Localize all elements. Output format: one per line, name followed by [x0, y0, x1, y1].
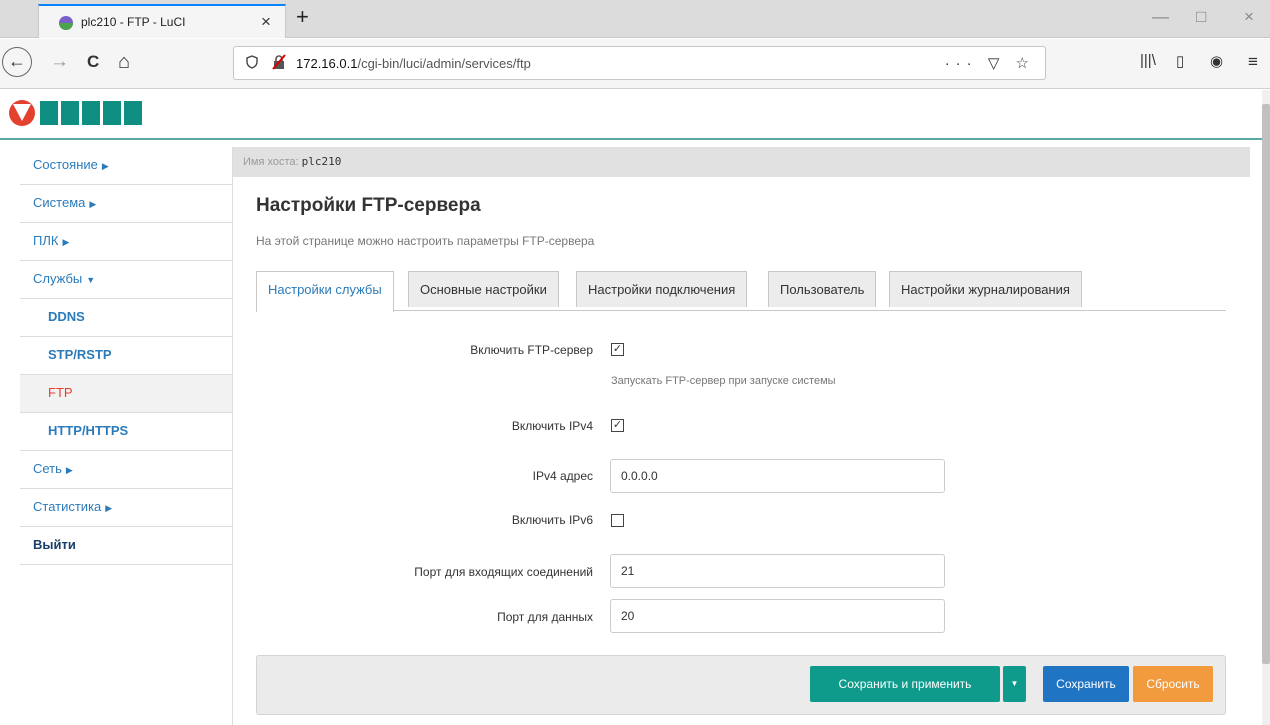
main-content: Настройки FTP-сервера На этой странице м…	[233, 177, 1250, 725]
sidebar-item-services[interactable]: Службы ▼	[20, 261, 232, 299]
settings-tabs: Настройки службы Основные настройки Наст…	[256, 271, 1226, 312]
enable-ftp-checkbox[interactable]: ✓	[611, 343, 624, 356]
home-icon[interactable]: ⌂	[118, 51, 130, 73]
enable-ftp-label: Включить FTP-сервер	[470, 343, 593, 357]
reload-icon[interactable]: C	[87, 51, 99, 73]
close-tab-icon[interactable]: ×	[261, 12, 271, 32]
tab-title: plc210 - FTP - LuCI	[81, 15, 186, 29]
back-icon[interactable]: ←	[2, 47, 32, 77]
menu-icon[interactable]: ≡	[1248, 52, 1258, 72]
tab-user[interactable]: Пользователь	[768, 271, 877, 307]
page-description: На этой странице можно настроить парамет…	[256, 234, 595, 248]
sidebar-item-logout[interactable]: Выйти	[20, 527, 232, 565]
site-header	[0, 90, 1262, 140]
sidebar-item-ftp[interactable]: FTP	[20, 375, 232, 413]
browser-tab[interactable]: plc210 - FTP - LuCI ×	[38, 4, 286, 38]
enable-ipv6-checkbox[interactable]	[611, 514, 624, 527]
forward-icon[interactable]: →	[50, 51, 69, 73]
form-actions: Сохранить и применить ▼ Сохранить Сброси…	[256, 655, 1226, 715]
enable-ipv4-checkbox[interactable]: ✓	[611, 419, 624, 432]
address-bar[interactable]: 172.16.0.1/cgi-bin/luci/admin/services/f…	[233, 46, 1046, 80]
logo-letter-5	[124, 101, 142, 125]
new-tab-icon[interactable]: +	[296, 4, 309, 30]
sidebar-item-statistics[interactable]: Статистика ▶	[20, 489, 232, 527]
ipv4-address-label: IPv4 адрес	[532, 469, 593, 483]
ipv4-address-input[interactable]: 0.0.0.0	[610, 459, 945, 493]
reset-button[interactable]: Сбросить	[1133, 666, 1213, 702]
enable-ipv6-label: Включить IPv6	[511, 513, 593, 527]
sidebar-item-stp-rstp[interactable]: STP/RSTP	[20, 337, 232, 375]
save-apply-button[interactable]: Сохранить и применить	[810, 666, 1000, 702]
tab-service-settings[interactable]: Настройки службы	[256, 271, 394, 312]
logo-letter-1	[40, 101, 58, 125]
caret-right-icon: ▶	[65, 465, 73, 475]
minimize-icon[interactable]: —	[1152, 7, 1169, 27]
enable-ipv4-label: Включить IPv4	[511, 419, 593, 433]
scrollbar-thumb[interactable]	[1262, 104, 1270, 664]
incoming-port-input[interactable]: 21	[610, 554, 945, 588]
logo-letter-4	[103, 101, 121, 125]
page-title: Настройки FTP-сервера	[256, 195, 481, 216]
caret-right-icon: ▶	[105, 503, 113, 513]
close-window-icon[interactable]: ×	[1244, 7, 1254, 27]
hostname-value: plc210	[301, 155, 342, 168]
logo-letter-2	[61, 101, 79, 125]
sidebar-toggle-icon[interactable]: ▯	[1176, 52, 1184, 70]
sidebar-item-http-https[interactable]: HTTP/HTTPS	[20, 413, 232, 451]
sidebar-item-network[interactable]: Сеть ▶	[20, 451, 232, 489]
caret-right-icon: ▶	[89, 199, 97, 209]
browser-nav-bar: ← → C ⌂ 172.16.0.1/cgi-bin/luci/admin/se…	[0, 39, 1270, 89]
data-port-label: Порт для данных	[497, 610, 593, 624]
shield-icon	[246, 55, 258, 72]
caret-right-icon: ▶	[62, 237, 70, 247]
sidebar-item-system[interactable]: Система ▶	[20, 185, 232, 223]
caret-down-icon: ▼	[86, 275, 96, 285]
url-text: 172.16.0.1/cgi-bin/luci/admin/services/f…	[296, 56, 531, 71]
page-actions-icons[interactable]: ··· ▽ ☆	[945, 54, 1035, 72]
sidebar-item-status[interactable]: Состояние ▶	[20, 147, 232, 185]
incoming-port-label: Порт для входящих соединений	[414, 565, 593, 579]
enable-ftp-hint: Запускать FTP-сервер при запуске системы	[611, 375, 836, 387]
maximize-icon[interactable]: □	[1196, 7, 1206, 27]
sidebar-item-ddns[interactable]: DDNS	[20, 299, 232, 337]
save-button[interactable]: Сохранить	[1043, 666, 1129, 702]
tab-logging-settings[interactable]: Настройки журналирования	[889, 271, 1082, 307]
library-icon[interactable]: |||\	[1140, 52, 1156, 69]
logo-mark-icon	[9, 100, 35, 126]
caret-right-icon: ▶	[101, 161, 109, 171]
tab-connection-settings[interactable]: Настройки подключения	[576, 271, 748, 307]
hostname-bar: Имя хоста: plc210	[233, 147, 1250, 177]
tab-basic-settings[interactable]: Основные настройки	[408, 271, 559, 307]
save-apply-dropdown-icon[interactable]: ▼	[1003, 666, 1026, 702]
browser-tab-bar: plc210 - FTP - LuCI × + — □ ×	[0, 0, 1270, 38]
hostname-label: Имя хоста: plc210	[243, 155, 342, 168]
sidebar: Состояние ▶ Система ▶ ПЛК ▶ Службы ▼ DDNS ST…	[20, 147, 233, 725]
account-icon[interactable]: ◉	[1210, 52, 1223, 70]
data-port-input[interactable]: 20	[610, 599, 945, 633]
page: Состояние ▶ Система ▶ ПЛК ▶ Службы ▼ DDNS ST…	[0, 90, 1262, 725]
insecure-lock-icon	[272, 54, 286, 73]
logo-letter-3	[82, 101, 100, 125]
sidebar-item-plc[interactable]: ПЛК ▶	[20, 223, 232, 261]
favicon-icon	[59, 16, 73, 30]
